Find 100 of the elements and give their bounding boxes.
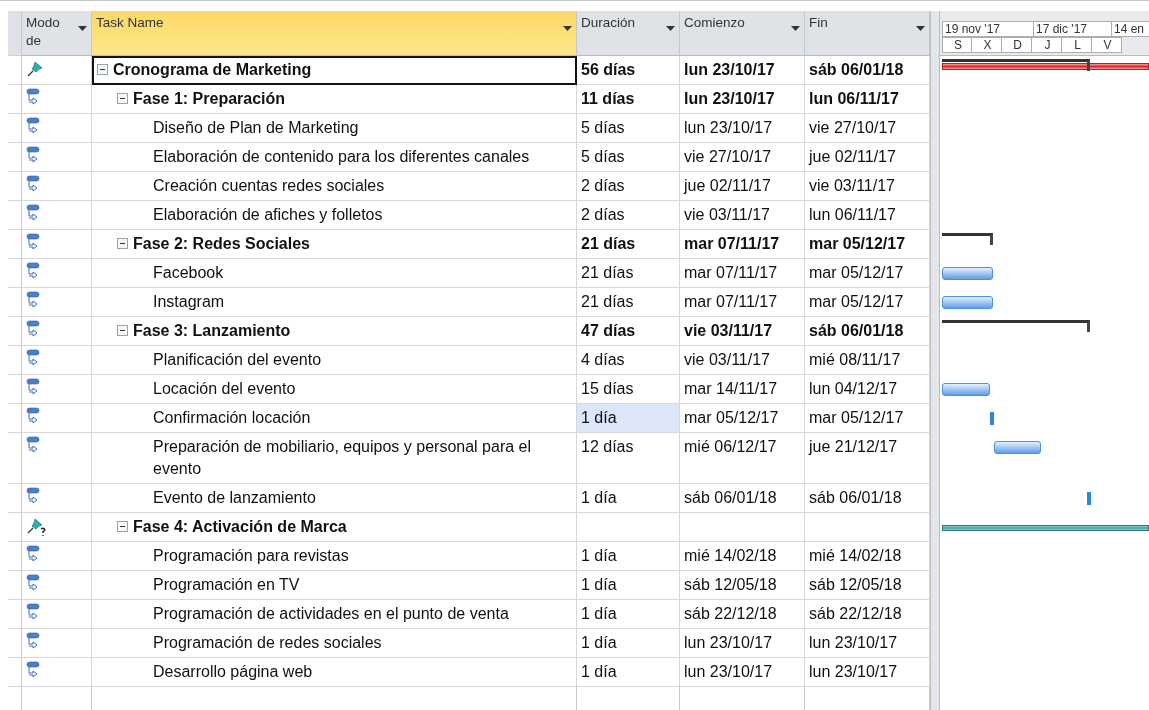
start-cell: vie 03/11/17 [680,317,805,346]
row-header[interactable] [8,56,22,85]
dropdown-caret-icon[interactable] [78,26,87,31]
row-header[interactable] [8,143,22,172]
timescale-label: 17 dic '17 [1034,21,1112,37]
row-header[interactable] [8,404,22,433]
timescale-label: 14 en [1112,21,1149,37]
row-header[interactable] [8,346,22,375]
finish-cell: mar 05/12/17 [805,288,930,317]
row-header[interactable] [8,85,22,114]
finish-cell: mar 05/12/17 [805,230,930,259]
start-cell: mié 06/12/17 [680,433,805,484]
finish-cell: mié 08/11/17 [805,346,930,375]
column-header[interactable]: Modo de [22,11,92,56]
select-all-corner[interactable] [8,11,22,56]
row-header[interactable] [8,600,22,629]
row-header[interactable] [8,629,22,658]
collapse-button[interactable] [117,521,128,532]
task-name-cell[interactable]: Cronograma de Marketing [92,56,577,85]
row-header[interactable] [8,201,22,230]
task-name-cell[interactable]: Evento de lanzamiento [92,484,577,513]
start-cell: mar 07/11/17 [680,259,805,288]
row-header[interactable] [8,317,22,346]
start-cell: lun 23/10/17 [680,56,805,85]
collapse-button[interactable] [117,238,128,249]
row-header[interactable] [8,433,22,484]
dropdown-caret-icon[interactable] [916,26,925,31]
task-name-cell[interactable]: Elaboración de contenido para los diferentes canales [92,143,577,172]
start-cell: sáb 12/05/18 [680,571,805,600]
row-header[interactable] [8,658,22,687]
task-name-cell[interactable]: Programación en TV [92,571,577,600]
finish-cell: mar 05/12/17 [805,404,930,433]
collapse-button[interactable] [117,325,128,336]
task-name: Programación para revistas [153,546,349,566]
finish-cell: lun 23/10/17 [805,629,930,658]
row-header[interactable] [8,513,22,542]
task-name: Diseño de Plan de Marketing [153,118,359,138]
finish-cell: vie 03/11/17 [805,172,930,201]
task-name-cell[interactable]: Planificación del evento [92,346,577,375]
task-name-cell[interactable]: Programación de redes sociales [92,629,577,658]
task-name: Programación de actividades en el punto de venta [153,604,509,624]
row-header[interactable] [8,114,22,143]
pin-question-icon [26,517,48,537]
task-name-cell[interactable]: Fase 2: Redes Sociales [92,230,577,259]
start-cell: lun 23/10/17 [680,629,805,658]
row-header[interactable] [8,230,22,259]
collapse-button[interactable] [97,64,108,75]
column-header[interactable]: Task Name [92,11,577,56]
finish-cell: sáb 06/01/18 [805,317,930,346]
duration-cell: 56 días [577,56,680,85]
task-name-cell[interactable]: Confirmación locación [92,404,577,433]
timescale-label: L [1062,37,1092,53]
row-header[interactable] [8,172,22,201]
column-header[interactable]: Comienzo [680,11,805,56]
start-cell: mar 07/11/17 [680,230,805,259]
task-name-cell[interactable]: Programación de actividades en el punto de venta [92,600,577,629]
column-header[interactable]: Duración [577,11,680,56]
start-cell: mié 14/02/18 [680,542,805,571]
duration-cell: 1 día [577,404,680,433]
task-name-cell[interactable]: Elaboración de afiches y folletos [92,201,577,230]
task-name-cell[interactable]: Instagram [92,288,577,317]
task-name-cell[interactable]: Creación cuentas redes sociales [92,172,577,201]
task-name: Desarrollo página web [153,662,313,682]
timescale-label: 19 nov '17 [942,21,1034,37]
task-name: Creación cuentas redes sociales [153,176,385,196]
start-cell: lun 23/10/17 [680,85,805,114]
task-name: Confirmación locación [153,408,311,428]
task-name: Cronograma de Marketing [113,60,312,80]
splitter-bar[interactable] [930,687,940,710]
task-name-cell[interactable]: Fase 3: Lanzamiento [92,317,577,346]
row-header[interactable] [8,484,22,513]
dropdown-caret-icon[interactable] [666,26,675,31]
finish-cell: sáb 06/01/18 [805,56,930,85]
row-header[interactable] [8,375,22,404]
task-name-cell[interactable]: Diseño de Plan de Marketing [92,114,577,143]
row-header[interactable] [8,571,22,600]
column-header[interactable]: Fin [805,11,930,56]
finish-cell: mié 14/02/18 [805,542,930,571]
duration-cell: 47 días [577,317,680,346]
row-header[interactable] [8,542,22,571]
row-header[interactable] [8,288,22,317]
finish-cell: mar 05/12/17 [805,259,930,288]
duration-cell: 1 día [577,629,680,658]
task-name-cell[interactable]: Locación del evento [92,375,577,404]
task-name-cell[interactable]: Fase 1: Preparación [92,85,577,114]
collapse-button[interactable] [117,93,128,104]
finish-cell: lun 06/11/17 [805,85,930,114]
task-name-cell[interactable]: Programación para revistas [92,542,577,571]
splitter-bar[interactable] [930,11,940,56]
row-header[interactable] [8,259,22,288]
task-name-cell[interactable]: Facebook [92,259,577,288]
finish-cell: jue 02/11/17 [805,143,930,172]
duration-cell: 2 días [577,172,680,201]
task-name-cell[interactable]: Desarrollo página web [92,658,577,687]
finish-cell: lun 04/12/17 [805,375,930,404]
finish-cell: jue 21/12/17 [805,433,930,484]
dropdown-caret-icon[interactable] [791,26,800,31]
task-name-cell[interactable]: Fase 4: Activación de Marca [92,513,577,542]
dropdown-caret-icon[interactable] [563,26,572,31]
task-name-cell[interactable]: Preparación de mobiliario, equipos y personal para el evento [92,433,577,484]
